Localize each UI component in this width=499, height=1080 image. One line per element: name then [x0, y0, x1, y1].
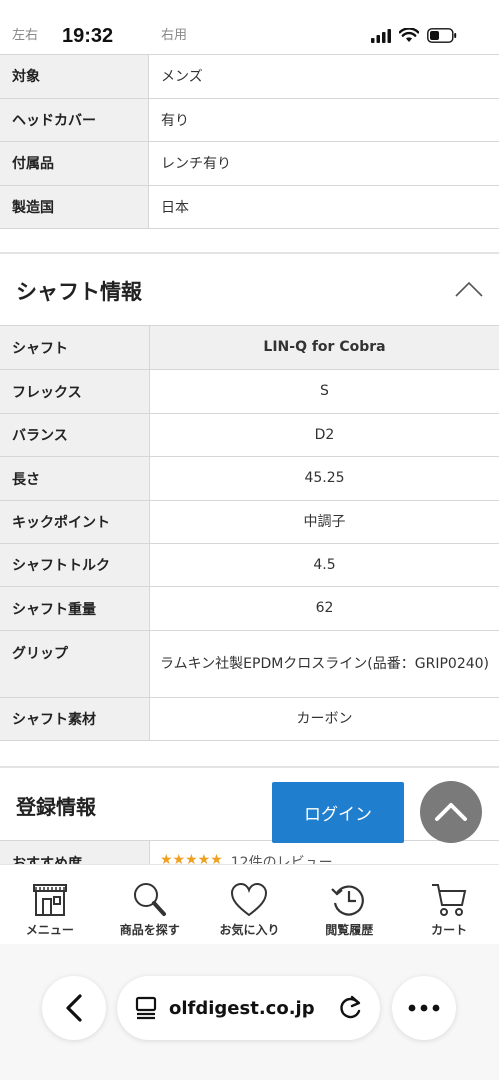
section-divider [0, 252, 499, 254]
spec-key: 製造国 [0, 185, 149, 228]
shaft-key: グリップ [0, 631, 150, 697]
cellular-signal-icon [371, 28, 391, 43]
shaft-key: バランス [0, 414, 150, 456]
nav-item-favorites[interactable]: お気に入り [200, 865, 300, 944]
shaft-key: シャフト重量 [0, 587, 150, 630]
back-button[interactable] [42, 976, 106, 1040]
shaft-row: シャフト素材 カーボン [0, 698, 499, 741]
shaft-value: D2 [150, 414, 499, 456]
shaft-value: 中調子 [150, 501, 499, 543]
nav-label: カート [431, 923, 468, 937]
store-icon [32, 884, 67, 916]
shaft-value: 45.25 [150, 457, 499, 500]
nav-item-cart[interactable]: カート [399, 865, 499, 944]
spec-value: メンズ [149, 55, 203, 98]
bottom-nav: メニュー 商品を探す お気に入り 閲覧履歴 カート [0, 864, 499, 944]
spec-row: ヘッドカバー 有り [0, 98, 499, 142]
cart-icon [432, 884, 467, 916]
registration-section-title: 登録情報 [16, 795, 96, 819]
shaft-row: フレックス S [0, 370, 499, 414]
nav-label: 商品を探す [119, 923, 180, 937]
shaft-key: フレックス [0, 370, 150, 413]
shaft-key: 長さ [0, 457, 150, 500]
shaft-value: ラムキン社製EPDMクロスライン(品番：GRIP0240) [150, 631, 499, 697]
address-bar[interactable]: olfdigest.co.jp [117, 976, 380, 1040]
shaft-key: シャフト [0, 326, 150, 369]
more-button[interactable] [392, 976, 456, 1040]
spec-table: 対象 メンズ ヘッドカバー 有り 付属品 レンチ有り 製造国 日本 [0, 54, 499, 229]
shaft-key: シャフト素材 [0, 698, 150, 740]
spec-key: ヘッドカバー [0, 98, 149, 141]
scroll-to-top-button[interactable] [420, 781, 482, 843]
shaft-row: シャフトトルク 4.5 [0, 544, 499, 587]
nav-label: お気に入り [219, 923, 280, 937]
login-button[interactable]: ログイン [272, 782, 404, 843]
nav-item-history[interactable]: 閲覧履歴 [299, 865, 399, 944]
spec-value: 日本 [149, 185, 189, 228]
nav-item-search[interactable]: 商品を探す [100, 865, 200, 944]
page-menu-icon[interactable] [133, 996, 159, 1020]
status-mid-hint: 右用 [161, 28, 188, 43]
shaft-row: バランス D2 [0, 414, 499, 457]
chevron-up-icon[interactable] [455, 281, 483, 297]
spec-row: 製造国 日本 [0, 185, 499, 229]
battery-icon [427, 28, 457, 43]
shaft-value: LIN-Q for Cobra [150, 326, 499, 369]
shaft-row: キックポイント 中調子 [0, 501, 499, 544]
url-text: olfdigest.co.jp [169, 997, 315, 1019]
chevron-left-icon [66, 994, 82, 1022]
status-left-hint: 左右 [12, 28, 39, 43]
reload-icon[interactable] [338, 995, 364, 1021]
spec-value: レンチ有り [149, 142, 231, 185]
shaft-key: キックポイント [0, 501, 150, 543]
heart-icon [231, 882, 268, 917]
shaft-value: S [150, 370, 499, 413]
shaft-row: シャフト LIN-Q for Cobra [0, 326, 499, 370]
shaft-table: シャフト LIN-Q for Cobra フレックス S バランス D2 長さ … [0, 325, 499, 741]
shaft-value: 62 [150, 587, 499, 630]
shaft-row: 長さ 45.25 [0, 457, 499, 501]
wifi-icon [399, 28, 419, 42]
shaft-section-title: シャフト情報 [16, 280, 142, 304]
nav-label: メニュー [25, 923, 74, 937]
shaft-row: グリップ ラムキン社製EPDMクロスライン(品番：GRIP0240) [0, 631, 499, 698]
status-bar: 左右 19:32 右用 [0, 0, 499, 54]
shaft-value: 4.5 [150, 544, 499, 586]
chevron-up-icon [435, 803, 467, 821]
shaft-value: カーボン [150, 698, 499, 740]
spec-row: 付属品 レンチ有り [0, 142, 499, 186]
nav-label: 閲覧履歴 [325, 923, 374, 937]
status-time: 19:32 [62, 25, 114, 47]
spec-row: 対象 メンズ [0, 55, 499, 99]
shaft-key: シャフトトルク [0, 544, 150, 586]
nav-item-menu[interactable]: メニュー [0, 865, 100, 944]
browser-toolbar: olfdigest.co.jp [0, 944, 499, 1080]
history-icon [331, 885, 365, 916]
spec-value: 有り [149, 98, 189, 141]
spec-key: 対象 [0, 55, 149, 98]
more-dots-icon [408, 1004, 440, 1012]
section-divider [0, 766, 499, 768]
search-icon [133, 883, 166, 916]
spec-key: 付属品 [0, 142, 149, 185]
shaft-row: シャフト重量 62 [0, 587, 499, 631]
